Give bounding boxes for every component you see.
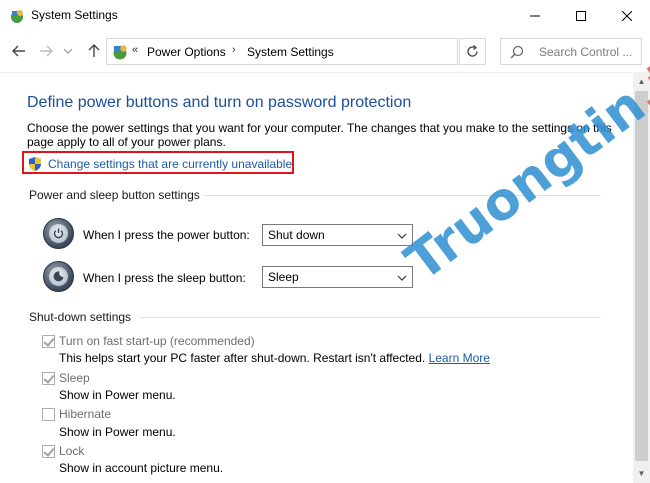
- maximize-button[interactable]: [558, 0, 604, 31]
- breadcrumb-separator-icon[interactable]: ›: [232, 44, 236, 56]
- change-settings-link-text[interactable]: Change settings that are currently unava…: [48, 157, 292, 171]
- search-icon: [510, 45, 524, 62]
- sleep-button-value: Sleep: [268, 270, 299, 284]
- fast-startup-checkbox[interactable]: [42, 335, 55, 348]
- power-button-icon: [43, 218, 74, 249]
- scroll-up-icon[interactable]: ▲: [633, 73, 650, 90]
- main-content: Define power buttons and turn on passwor…: [0, 73, 633, 483]
- overflow-chevron-icon[interactable]: «: [132, 44, 138, 56]
- vertical-scrollbar[interactable]: ▲ ▼: [633, 73, 650, 483]
- sleep-button-select[interactable]: Sleep: [262, 266, 413, 288]
- hibernate-checkbox[interactable]: [42, 408, 55, 421]
- lock-desc: Show in account picture menu.: [59, 461, 224, 475]
- sleep-button-icon: [43, 261, 74, 292]
- lock-label: Lock: [59, 444, 85, 458]
- control-panel-icon: [9, 8, 25, 24]
- page-description: Choose the power settings that you want …: [27, 121, 612, 149]
- recent-locations-dropdown[interactable]: [62, 41, 74, 61]
- breadcrumb-power-options[interactable]: Power Options: [147, 45, 226, 59]
- navigation-bar: « Power Options › System Settings Search…: [0, 32, 650, 70]
- close-button[interactable]: [604, 0, 650, 31]
- forward-button[interactable]: [36, 41, 56, 61]
- uac-shield-icon: [27, 156, 43, 172]
- up-button[interactable]: [84, 41, 104, 61]
- hibernate-label: Hibernate: [59, 407, 112, 421]
- sleep-label: Sleep: [59, 371, 90, 385]
- title-bar: System Settings: [0, 0, 650, 32]
- shutdown-heading: Shut-down settings: [29, 310, 132, 324]
- power-button-select[interactable]: Shut down: [262, 224, 413, 246]
- section-divider: [205, 195, 601, 196]
- sleep-button-label: When I press the sleep button:: [83, 271, 246, 285]
- lock-checkbox[interactable]: [42, 445, 55, 458]
- learn-more-link[interactable]: Learn More: [429, 351, 490, 365]
- power-button-value: Shut down: [268, 228, 325, 242]
- window-title: System Settings: [31, 8, 118, 22]
- chevron-down-icon: [397, 272, 407, 282]
- control-panel-icon: [111, 43, 129, 61]
- power-sleep-heading: Power and sleep button settings: [29, 188, 200, 202]
- section-divider: [139, 317, 601, 318]
- scroll-down-icon[interactable]: ▼: [633, 465, 650, 482]
- fast-startup-label: Turn on fast start-up (recommended): [59, 334, 255, 348]
- back-button[interactable]: [9, 41, 29, 61]
- fast-startup-desc: This helps start your PC faster after sh…: [59, 351, 490, 365]
- breadcrumb-system-settings[interactable]: System Settings: [247, 45, 334, 59]
- fast-startup-desc-text: This helps start your PC faster after sh…: [59, 351, 426, 365]
- chevron-down-icon: [397, 230, 407, 240]
- change-settings-link[interactable]: Change settings that are currently unava…: [27, 156, 292, 172]
- sleep-checkbox[interactable]: [42, 372, 55, 385]
- power-button-label: When I press the power button:: [83, 228, 250, 242]
- address-bar[interactable]: « Power Options › System Settings: [106, 38, 458, 65]
- search-placeholder: Search Control ...: [539, 45, 633, 59]
- sleep-desc: Show in Power menu.: [59, 388, 176, 402]
- minimize-button[interactable]: [512, 0, 558, 31]
- page-title: Define power buttons and turn on passwor…: [27, 94, 412, 111]
- refresh-icon[interactable]: [459, 38, 486, 65]
- search-input[interactable]: Search Control ...: [500, 38, 642, 65]
- scroll-thumb[interactable]: [635, 91, 648, 461]
- hibernate-desc: Show in Power menu.: [59, 425, 176, 439]
